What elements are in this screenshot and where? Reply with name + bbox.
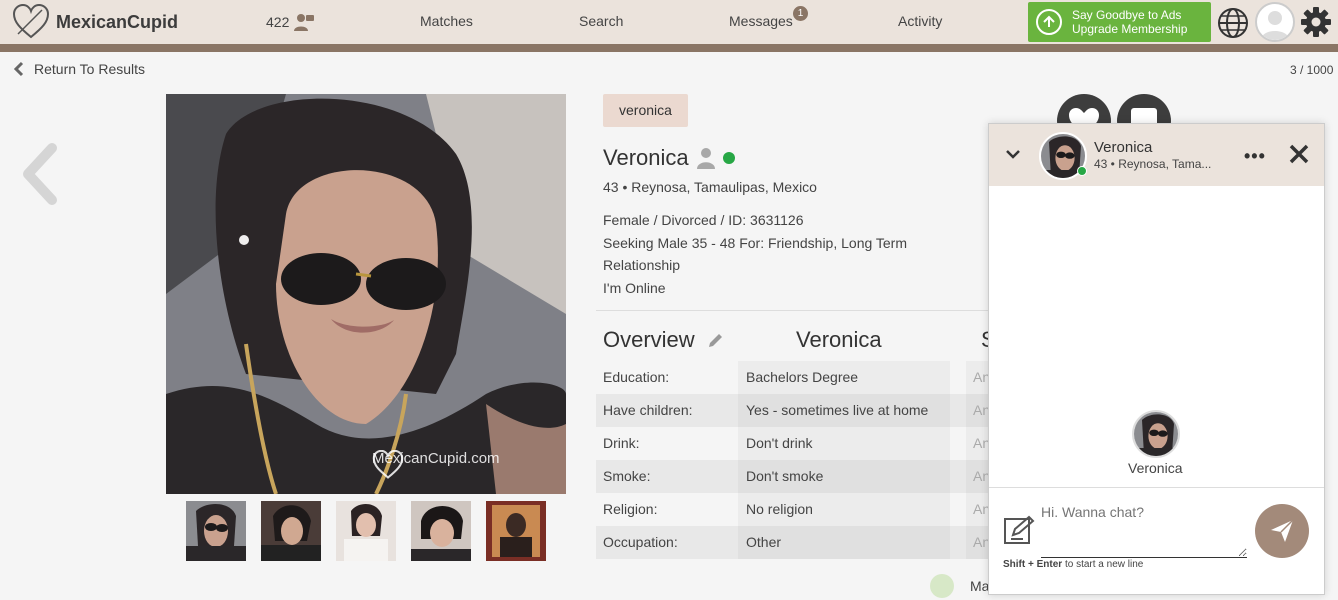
globe-icon[interactable] <box>1217 7 1249 39</box>
photo-thumbnail[interactable] <box>336 501 396 561</box>
pencil-icon[interactable] <box>707 331 725 349</box>
row-value: Yes - sometimes live at home <box>738 394 950 427</box>
chat-panel: Veronica 43 • Reynosa, Tama... ••• Veron… <box>988 123 1325 595</box>
match-indicator-dot <box>930 574 954 598</box>
upgrade-line2: Upgrade Membership <box>1072 22 1188 36</box>
row-label: Smoke: <box>603 468 651 484</box>
send-button[interactable] <box>1255 504 1309 558</box>
overview-heading: Overview <box>603 327 725 353</box>
table-row: Drink: Don't drink An <box>596 427 996 460</box>
interest-count-value: 422 <box>266 14 290 30</box>
row-value: Don't drink <box>738 427 950 460</box>
upgrade-button[interactable]: Say Goodbye to Ads Upgrade Membership <box>1028 2 1211 42</box>
close-icon[interactable] <box>1288 143 1310 165</box>
nav-matches[interactable]: Matches <box>420 13 473 29</box>
prev-profile-arrow-icon[interactable] <box>20 142 60 206</box>
profile-details: Female / Divorced / ID: 3631126 Seeking … <box>603 209 963 299</box>
chat-body-name: Veronica <box>1128 460 1183 476</box>
section-divider <box>596 310 996 311</box>
overview-table: Education: Bachelors Degree An Have chil… <box>596 361 996 559</box>
upgrade-line1: Say Goodbye to Ads <box>1072 8 1182 22</box>
row-value: No religion <box>738 493 950 526</box>
person-icon <box>1261 11 1289 40</box>
table-row: Have children: Yes - sometimes live at h… <box>596 394 996 427</box>
row-value: Don't smoke <box>738 460 950 493</box>
interest-count[interactable]: 422 <box>266 12 315 32</box>
return-label: Return To Results <box>34 61 146 77</box>
person-icon <box>696 148 715 169</box>
messages-badge: 1 <box>793 6 808 21</box>
chat-message-input[interactable] <box>1041 504 1247 558</box>
profile-seeking: Seeking Male 35 - 48 For: Friendship, Lo… <box>603 234 908 274</box>
nav-activity[interactable]: Activity <box>898 13 942 29</box>
overview-column-name: Veronica <box>796 327 882 352</box>
profile-name-row: Veronica <box>603 145 735 171</box>
chat-body-avatar <box>1132 410 1180 458</box>
photo-thumbnail[interactable] <box>186 501 246 561</box>
user-avatar[interactable] <box>1255 2 1295 42</box>
online-status-dot <box>722 152 735 164</box>
gear-icon[interactable] <box>1299 5 1333 39</box>
top-navigation-bar: MexicanCupid 422 Matches Search Messages… <box>0 0 1338 44</box>
heart-logo-icon <box>12 4 50 39</box>
table-row: Occupation: Other An <box>596 526 996 559</box>
row-value: Other <box>738 526 950 559</box>
hint-text: to start a new line <box>1062 559 1144 570</box>
arrow-up-icon <box>1036 9 1062 35</box>
photo-watermark: MexicanCupid.com <box>372 450 500 479</box>
logo-text: MexicanCupid <box>56 11 179 32</box>
profile-gender-status: Female / Divorced / ID: 3631126 <box>603 212 804 228</box>
table-row: Religion: No religion An <box>596 493 996 526</box>
more-options-icon[interactable]: ••• <box>1244 146 1266 167</box>
header-accent-strip <box>0 44 1338 52</box>
row-label: Occupation: <box>603 534 678 550</box>
heart-watermark-icon <box>372 450 404 479</box>
profile-name: Veronica <box>603 145 689 170</box>
photo-thumbnails <box>186 501 546 561</box>
photo-thumbnail[interactable] <box>411 501 471 561</box>
chat-contact-name[interactable]: Veronica <box>1094 139 1152 156</box>
row-label: Have children: <box>603 402 693 418</box>
profile-location: 43 • Reynosa, Tamaulipas, Mexico <box>603 179 817 195</box>
compose-icon[interactable] <box>1003 515 1035 547</box>
portrait-illustration <box>166 94 566 494</box>
table-row: Education: Bachelors Degree An <box>596 361 996 394</box>
chevron-down-icon[interactable] <box>1005 148 1021 160</box>
users-icon <box>294 14 315 31</box>
chat-divider <box>989 487 1324 488</box>
nav-messages[interactable]: Messages <box>729 13 793 29</box>
chat-input-hint: Shift + Enter to start a new line <box>1003 559 1143 570</box>
chat-online-dot <box>1077 166 1087 176</box>
row-value: Bachelors Degree <box>738 361 950 394</box>
photo-thumbnail[interactable] <box>261 501 321 561</box>
paper-plane-icon <box>1271 519 1294 542</box>
chat-contact-location: 43 • Reynosa, Tama... <box>1094 157 1212 171</box>
username-tag: veronica <box>603 94 688 127</box>
row-label: Drink: <box>603 435 640 451</box>
main-profile-photo[interactable]: MexicanCupid.com <box>166 94 566 494</box>
nav-search[interactable]: Search <box>579 13 623 29</box>
return-to-results-link[interactable]: Return To Results <box>14 61 145 77</box>
match-section-label: Ma <box>970 578 990 594</box>
overview-title: Overview <box>603 327 695 352</box>
chat-header: Veronica 43 • Reynosa, Tama... ••• <box>989 124 1324 186</box>
row-label: Religion: <box>603 501 658 517</box>
table-row: Smoke: Don't smoke An <box>596 460 996 493</box>
result-pager: 3 / 1000 <box>1290 63 1334 77</box>
photo-thumbnail[interactable] <box>486 501 546 561</box>
hint-shortcut: Shift + Enter <box>1003 559 1063 570</box>
logo[interactable]: MexicanCupid <box>12 4 178 40</box>
chevron-left-icon <box>14 61 24 77</box>
row-label: Education: <box>603 369 670 385</box>
profile-online-text: I'm Online <box>603 279 666 296</box>
